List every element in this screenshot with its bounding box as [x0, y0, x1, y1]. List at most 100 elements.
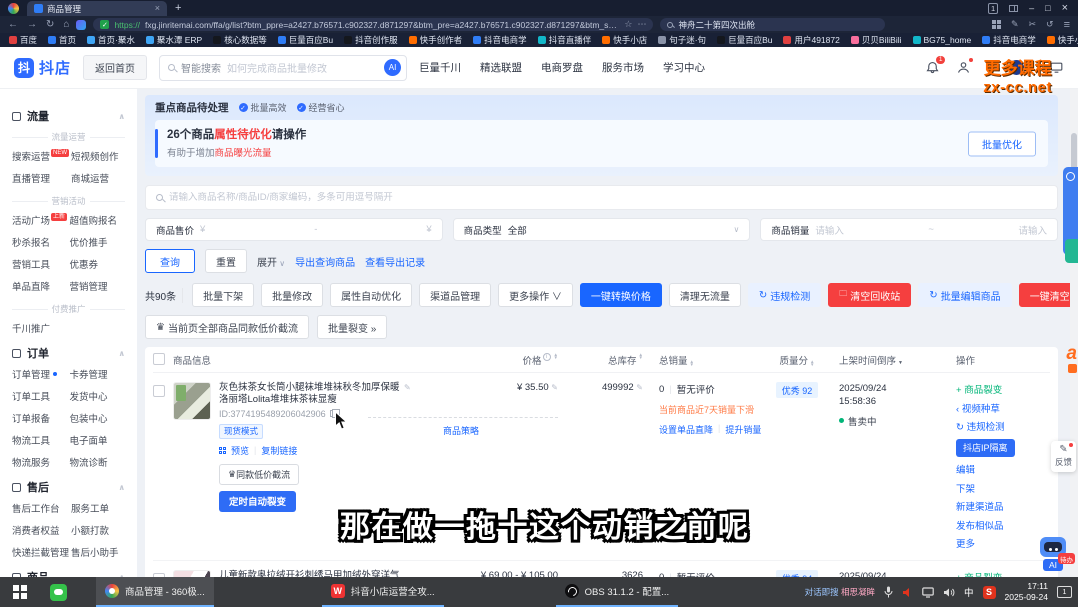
system-clock[interactable]: 17:112025-09-24	[1005, 581, 1048, 603]
screenshot-icon[interactable]	[1028, 19, 1036, 30]
workbench-monitor-icon[interactable]	[1048, 60, 1064, 76]
bookmark-item[interactable]: 巨量百应Bu	[717, 34, 772, 46]
header-price[interactable]: 价格i▲▼	[478, 353, 558, 367]
service-float-icon[interactable]: a	[1066, 344, 1077, 373]
header-nav-item[interactable]: 学习中心	[663, 60, 705, 75]
convert-price-button[interactable]: 一键转换价格	[580, 283, 662, 307]
sidebar-item[interactable]: 卡券管理	[70, 367, 126, 381]
ip-isolate-button[interactable]: 抖店IP隔离	[956, 439, 1015, 457]
volume-tray-icon[interactable]	[943, 587, 955, 598]
sidebar-item[interactable]: 营销工具	[12, 257, 68, 271]
sidebar-item[interactable]: 直播管理	[12, 171, 69, 185]
back-home-button[interactable]: 返回首页	[83, 55, 147, 80]
sidebar-item[interactable]: 千川推广	[12, 321, 68, 335]
sidebar-item[interactable]: 电子面单	[70, 433, 126, 447]
auto-fission-button[interactable]: 定时自动裂变	[219, 491, 296, 512]
export-products-link[interactable]: 导出查询商品	[295, 254, 355, 269]
channel-mgmt-button[interactable]: 渠道品管理	[419, 283, 491, 307]
quick-access-widget[interactable]	[1065, 239, 1078, 263]
sidebar-item[interactable]: 短视频创作	[71, 149, 125, 163]
history-icon[interactable]	[1046, 19, 1054, 30]
tab-close-icon[interactable]	[155, 3, 160, 14]
bookmark-item[interactable]: BG75_home	[913, 35, 972, 45]
sidebar-item[interactable]: 包装中心	[70, 411, 126, 425]
sidebar-item[interactable]: 物流工具	[12, 433, 68, 447]
preview-link[interactable]: 预览	[231, 444, 249, 457]
bookmark-item[interactable]: 用户491872	[783, 34, 839, 46]
header-score[interactable]: 质量分▲▼	[761, 353, 833, 367]
bookmark-item[interactable]: 首页·聚水	[87, 34, 135, 46]
product-fission-link[interactable]: 商品裂变	[956, 382, 1050, 396]
product-search-bar[interactable]	[145, 185, 1058, 210]
bookmark-item[interactable]: 抖音电商学	[473, 34, 527, 46]
taskbar-app-browser[interactable]: 商品管理 - 360极...	[96, 577, 214, 607]
bookmark-item[interactable]: 首页	[48, 34, 76, 46]
batch-edit-products-button[interactable]: 批量编辑商品	[918, 283, 1011, 307]
bookmark-item[interactable]: 贝贝BiliBili	[851, 34, 902, 46]
same-style-low-price-button[interactable]: 同款低价截流	[219, 464, 299, 485]
sidebar-item[interactable]: 售后小助手	[71, 545, 125, 559]
bookmark-item[interactable]: 百度	[9, 34, 37, 46]
batch-fission-button[interactable]: 批量裂变 »	[317, 315, 387, 339]
sidebar-item[interactable]: 超值购报名	[70, 213, 126, 227]
extension-icon[interactable]	[76, 20, 86, 30]
sidebar-item[interactable]: 活动广场上新	[12, 213, 68, 227]
header-nav-item[interactable]: 巨量千川	[419, 60, 461, 75]
op-link[interactable]: 新建渠道品	[956, 499, 1050, 513]
sidebar-item[interactable]: 消费者权益	[12, 523, 69, 537]
sidebar-group-orders[interactable]: 订单	[12, 345, 125, 361]
url-bar[interactable]: ✓ https:// fxg.jinritemai.com/ffa/g/list…	[93, 18, 653, 31]
minimize-button[interactable]	[1029, 3, 1034, 13]
sidebar-item[interactable]: 搜索运营NEW	[12, 149, 69, 163]
sidebar-item[interactable]: 订单工具	[12, 389, 68, 403]
sidebar-item[interactable]: 小额打款	[71, 523, 125, 537]
ai-assistant-button[interactable]: AI待办	[1040, 537, 1066, 571]
new-tab-button[interactable]	[175, 2, 181, 14]
sidebar-item[interactable]: 物流服务	[12, 455, 68, 469]
bookmark-item[interactable]: 聚水潭 ERP	[146, 34, 202, 46]
start-button[interactable]	[0, 577, 40, 607]
qr-preview-icon[interactable]	[219, 447, 226, 454]
set-discount-link[interactable]: 设置单品直降	[659, 423, 713, 436]
product-type-filter[interactable]: 商品类型 全部	[453, 218, 751, 241]
boost-sales-link[interactable]: 提升销量	[725, 423, 761, 436]
edit-icon[interactable]	[1011, 19, 1019, 30]
page-low-price-intercept-button[interactable]: 当前页全部商品同款低价截流	[145, 315, 309, 339]
sidebar-group-traffic[interactable]: 流量	[12, 108, 125, 124]
op-link[interactable]: 编辑	[956, 462, 1050, 476]
split-screen-icon[interactable]	[1009, 5, 1018, 12]
download-center-icon[interactable]	[1017, 60, 1033, 76]
menu-icon[interactable]	[1064, 19, 1070, 31]
back-icon[interactable]	[8, 19, 18, 30]
bookmark-item[interactable]: 巨量百应Bu	[278, 34, 333, 46]
bookmark-item[interactable]: 快手创作者	[409, 34, 463, 46]
display-tray-icon[interactable]	[922, 587, 934, 598]
header-time-sort[interactable]: 上架时间倒序	[833, 353, 948, 367]
close-button[interactable]	[1062, 2, 1068, 14]
bookmark-star-icon[interactable]	[624, 19, 632, 30]
expand-filters-link[interactable]: 展开	[257, 254, 285, 269]
bookmark-item[interactable]: 快手小店	[1047, 34, 1078, 46]
apps-grid-icon[interactable]	[992, 20, 1001, 29]
sidebar-item[interactable]: 秒杀报名	[12, 235, 68, 249]
op-link[interactable]: 下架	[956, 481, 1050, 495]
sidebar-item[interactable]: 服务工单	[71, 501, 125, 515]
product-title[interactable]: 灰色抹茶女长筒小腿袜堆堆袜秋冬加厚保暖洛丽塔Lolita堆堆抹茶袜显瘦	[219, 382, 404, 407]
attr-auto-optimize-button[interactable]: 属性自动优化	[330, 283, 412, 307]
price-range-filter[interactable]: 商品售价 ¥ - ¥	[145, 218, 443, 241]
sidebar-item[interactable]: 商城运营	[71, 171, 125, 185]
header-stock[interactable]: 总库存▲▼	[558, 353, 643, 367]
sidebar-item[interactable]: 单品直降	[12, 279, 68, 293]
ai-search-icon[interactable]: AI	[384, 59, 401, 76]
select-all-checkbox[interactable]	[153, 353, 165, 365]
product-search-input[interactable]	[169, 192, 1047, 203]
bookmark-item[interactable]: 抖音直播伴	[538, 34, 592, 46]
feedback-button[interactable]: ✎ 反馈	[1051, 441, 1076, 472]
sidebar-item[interactable]: 售后工作台	[12, 501, 69, 515]
extension-count-badge[interactable]: 1	[988, 3, 998, 14]
url-more-icon[interactable]	[637, 19, 646, 30]
browser-search-box[interactable]: 神舟二十第四次出舱	[660, 18, 885, 31]
bookmark-item[interactable]: 抖音电商学	[982, 34, 1036, 46]
copy-link[interactable]: 复制链接	[261, 444, 297, 457]
doudian-logo[interactable]: 抖 抖店	[14, 57, 71, 78]
